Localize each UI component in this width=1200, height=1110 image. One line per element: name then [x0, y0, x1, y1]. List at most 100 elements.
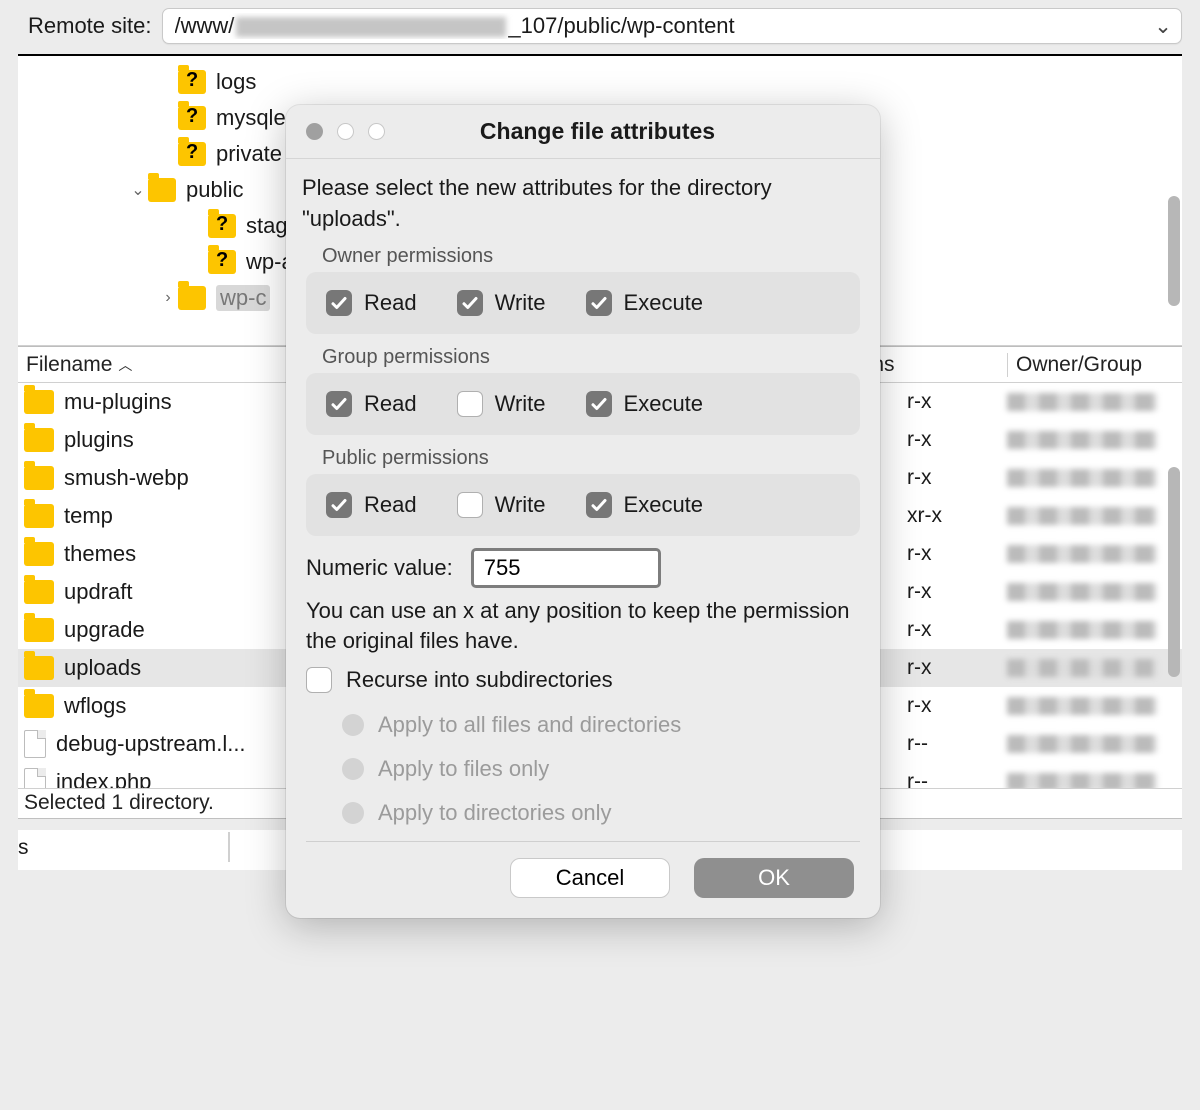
execute-checkbox[interactable]: Execute: [586, 391, 704, 417]
redacted-segment: [1007, 659, 1157, 677]
folder-icon: [24, 542, 54, 566]
execute-checkbox[interactable]: Execute: [586, 290, 704, 316]
owner-cell: [1007, 697, 1182, 715]
permissions-cell: r--: [907, 732, 1007, 756]
owner-cell: [1007, 621, 1182, 639]
folder-icon: [178, 70, 206, 94]
minimize-icon[interactable]: [337, 123, 354, 140]
folder-icon: [24, 694, 54, 718]
owner-cell: [1007, 545, 1182, 563]
folder-icon: [24, 618, 54, 642]
permission-group-label: Public permissions: [322, 447, 864, 470]
dialog-titlebar[interactable]: Change file attributes: [286, 105, 880, 159]
write-checkbox[interactable]: Write: [457, 290, 546, 316]
tree-item-label: private: [216, 141, 282, 167]
radio-icon: [342, 758, 364, 780]
column-owner-group[interactable]: Owner/Group: [1007, 353, 1182, 377]
checkbox-icon: [586, 391, 612, 417]
permissions-cell: r-x: [907, 656, 1007, 680]
tree-item-label: logs: [216, 69, 256, 95]
permissions-cell: r-x: [907, 618, 1007, 642]
ok-button[interactable]: OK: [694, 858, 854, 898]
folder-icon: [178, 142, 206, 166]
owner-cell: [1007, 507, 1182, 525]
checkbox-icon: [326, 492, 352, 518]
owner-cell: [1007, 469, 1182, 487]
chevron-down-icon[interactable]: ⌄: [1149, 14, 1177, 39]
redacted-segment: [236, 17, 506, 37]
maximize-icon[interactable]: [368, 123, 385, 140]
recurse-checkbox[interactable]: Recurse into subdirectories: [306, 667, 860, 693]
folder-icon: [24, 656, 54, 680]
write-checkbox[interactable]: Write: [457, 391, 546, 417]
checkbox-icon: [457, 391, 483, 417]
dialog-intro: Please select the new attributes for the…: [302, 173, 864, 235]
traffic-lights: [286, 123, 385, 140]
permissions-cell: r-x: [907, 466, 1007, 490]
dialog-title: Change file attributes: [385, 118, 880, 145]
redacted-segment: [1007, 431, 1157, 449]
write-checkbox[interactable]: Write: [457, 492, 546, 518]
read-checkbox[interactable]: Read: [326, 290, 417, 316]
cancel-button[interactable]: Cancel: [510, 858, 670, 898]
folder-icon: [24, 580, 54, 604]
remote-site-bar: Remote site: /www/_107/public/wp-content…: [0, 0, 1200, 54]
recurse-radio: Apply to all files and directories: [342, 703, 864, 747]
remote-site-label: Remote site:: [28, 13, 152, 39]
separator: [306, 841, 860, 842]
permission-group-label: Owner permissions: [322, 245, 864, 268]
checkbox-icon: [326, 290, 352, 316]
permissions-cell: r-x: [907, 428, 1007, 452]
tree-item-label: wp-c: [216, 285, 270, 311]
recurse-radio: Apply to directories only: [342, 791, 864, 835]
remote-path-combo[interactable]: /www/_107/public/wp-content ⌄: [162, 8, 1183, 44]
disclosure-icon[interactable]: ›: [158, 289, 178, 307]
checkbox-icon: [457, 492, 483, 518]
permissions-cell: r-x: [907, 580, 1007, 604]
folder-icon: [208, 250, 236, 274]
checkbox-icon: [586, 492, 612, 518]
sort-asc-icon: ︿: [118, 355, 132, 375]
folder-icon: [148, 178, 176, 202]
checkbox-icon: [586, 290, 612, 316]
folder-icon: [178, 286, 206, 310]
numeric-value-input[interactable]: [471, 548, 661, 588]
file-icon: [24, 730, 46, 758]
checkbox-icon: [306, 667, 332, 693]
permissions-cell: r-x: [907, 390, 1007, 414]
permission-group: Read Write Execute: [306, 272, 860, 334]
execute-checkbox[interactable]: Execute: [586, 492, 704, 518]
scrollbar[interactable]: [1168, 467, 1180, 677]
disclosure-icon[interactable]: ⌄: [128, 180, 148, 200]
owner-cell: [1007, 735, 1182, 753]
radio-icon: [342, 802, 364, 824]
folder-icon: [208, 214, 236, 238]
redacted-segment: [1007, 507, 1157, 525]
remote-path-text: /www/_107/public/wp-content: [175, 13, 1150, 39]
owner-cell: [1007, 659, 1182, 677]
permissions-cell: r-x: [907, 542, 1007, 566]
scrollbar[interactable]: [1168, 196, 1180, 306]
redacted-segment: [1007, 393, 1157, 411]
owner-cell: [1007, 431, 1182, 449]
radio-icon: [342, 714, 364, 736]
owner-cell: [1007, 393, 1182, 411]
folder-icon: [24, 504, 54, 528]
folder-icon: [24, 466, 54, 490]
change-attributes-dialog: Change file attributes Please select the…: [286, 105, 880, 918]
tree-item-label: public: [186, 177, 243, 203]
folder-icon: [24, 390, 54, 414]
folder-icon: [24, 428, 54, 452]
close-icon[interactable]: [306, 123, 323, 140]
read-checkbox[interactable]: Read: [326, 492, 417, 518]
permissions-cell: r-x: [907, 694, 1007, 718]
hint-text: You can use an x at any position to keep…: [306, 596, 860, 658]
redacted-segment: [1007, 469, 1157, 487]
read-checkbox[interactable]: Read: [326, 391, 417, 417]
redacted-segment: [1007, 583, 1157, 601]
redacted-segment: [1007, 545, 1157, 563]
numeric-value-label: Numeric value:: [306, 555, 453, 581]
permission-group: Read Write Execute: [306, 373, 860, 435]
tree-item[interactable]: logs: [18, 64, 1182, 100]
checkbox-icon: [326, 391, 352, 417]
